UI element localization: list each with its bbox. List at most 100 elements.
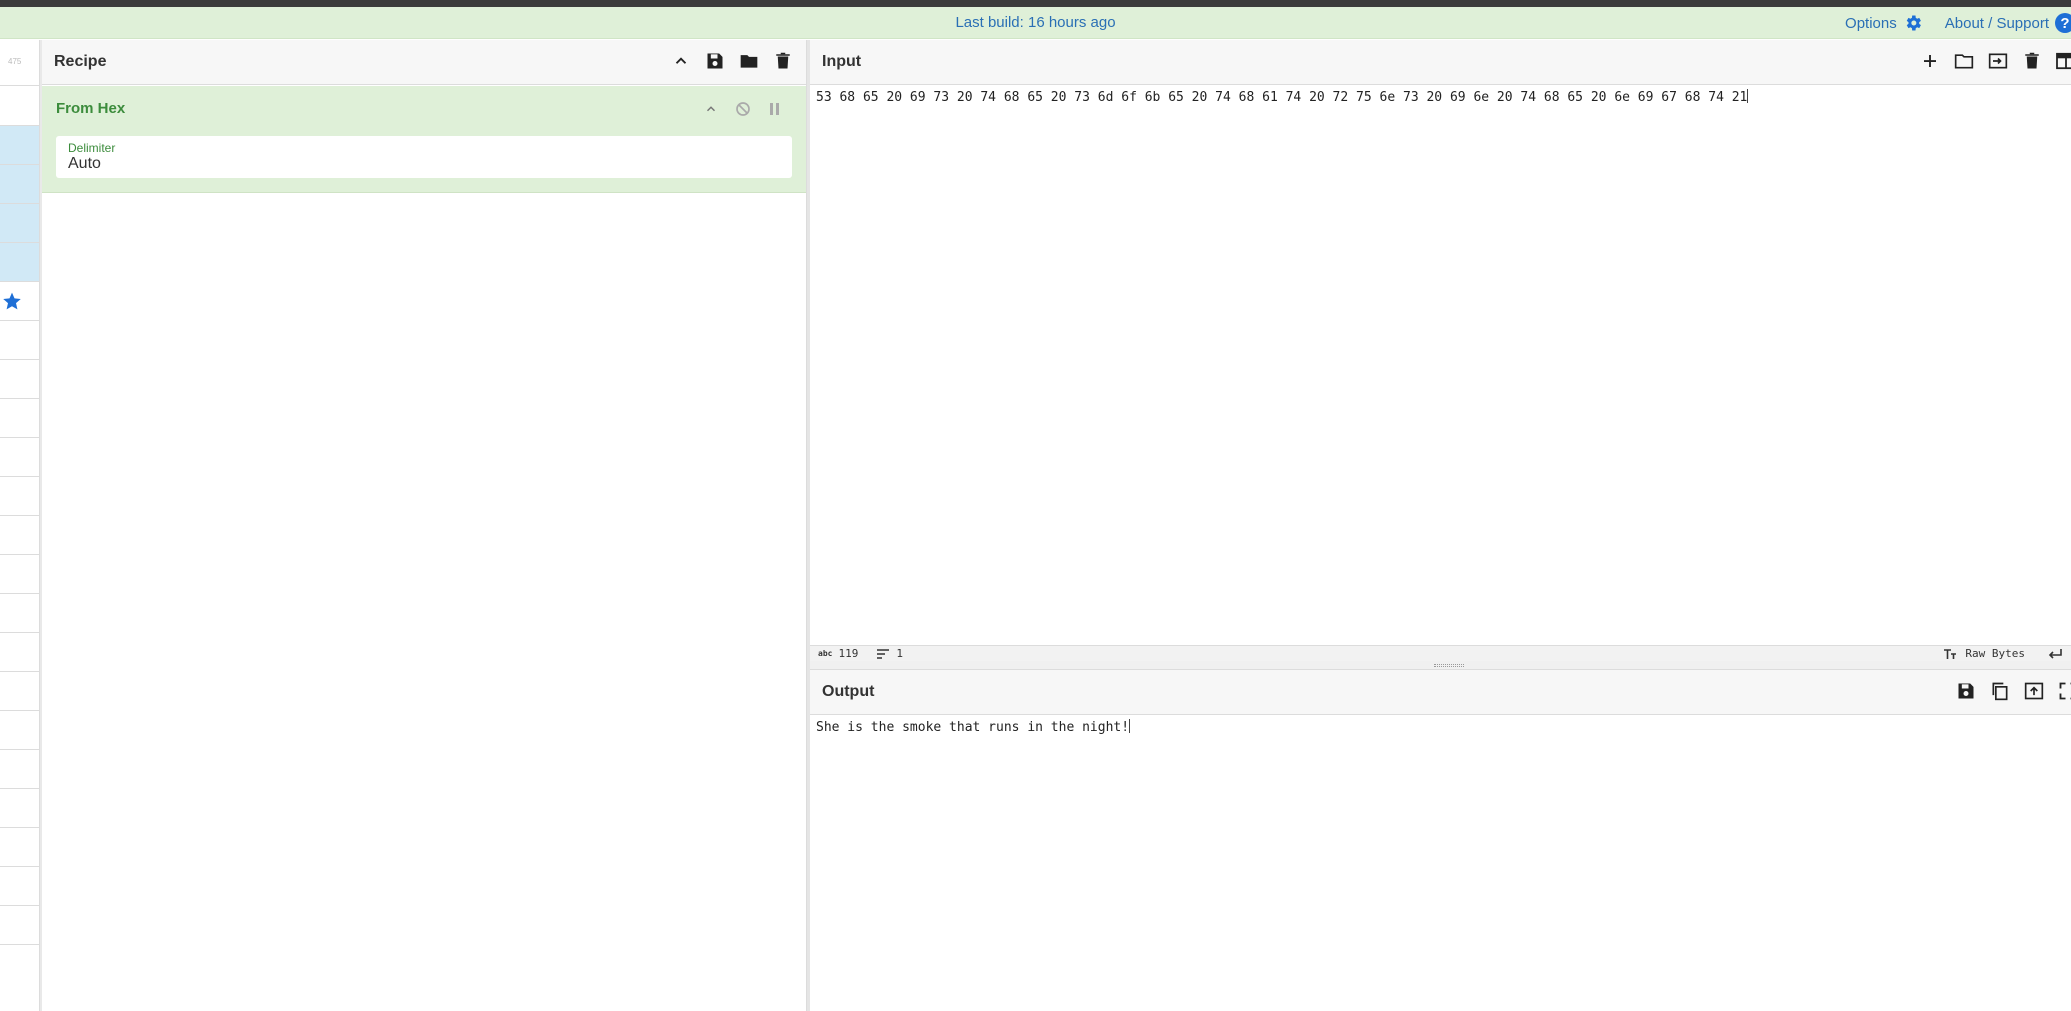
- recipe-operation-from-hex: From Hex Delimiter Auto: [42, 86, 806, 193]
- input-pane: Input 53 68 65 20 69 73 20 74 68 65 20 7…: [810, 40, 2071, 645]
- trash-icon: [776, 52, 790, 69]
- word-wrap-icon[interactable]: [2047, 648, 2063, 660]
- operations-panel: 475: [0, 40, 40, 1011]
- breakpoint-button[interactable]: [764, 98, 786, 120]
- category-item[interactable]: [0, 594, 39, 633]
- copy-icon: [1992, 682, 2008, 701]
- char-count: 119: [838, 647, 859, 660]
- category-item[interactable]: [0, 321, 39, 360]
- category-item[interactable]: [0, 399, 39, 438]
- upload-icon: [2024, 682, 2044, 700]
- input-header: Input: [810, 40, 2071, 85]
- save-icon: [1958, 683, 1974, 699]
- category-item[interactable]: [0, 672, 39, 711]
- open-file-button[interactable]: [1987, 50, 2009, 72]
- folder-open-icon: [1954, 54, 1974, 69]
- banner-links: Options About / Support ?: [1845, 11, 2071, 35]
- category-item[interactable]: [0, 828, 39, 867]
- input-text: 53 68 65 20 69 73 20 74 68 65 20 73 6d 6…: [816, 90, 1748, 105]
- layout-icon: [2056, 52, 2071, 70]
- gear-icon: [1906, 15, 1921, 31]
- output-text: She is the smoke that runs in the night!: [816, 720, 1130, 735]
- favourites-category[interactable]: [0, 282, 39, 321]
- reset-layout-button[interactable]: [2055, 50, 2071, 72]
- load-recipe-button[interactable]: [738, 50, 760, 72]
- category-item[interactable]: [0, 867, 39, 906]
- char-count-icon: abc: [818, 649, 833, 658]
- output-pane: Output She is the smoke that runs in the…: [810, 670, 2071, 1011]
- category-item[interactable]: [0, 906, 39, 945]
- collapse-operation-button[interactable]: [700, 98, 722, 120]
- options-link[interactable]: Options: [1845, 13, 1945, 33]
- disable-icon: [736, 102, 750, 116]
- folder-icon: [740, 55, 758, 68]
- line-count-icon: [877, 648, 890, 659]
- input-toolbar: [1919, 50, 2071, 72]
- operation-controls: [700, 98, 786, 120]
- delimiter-select[interactable]: Delimiter Auto: [56, 136, 792, 178]
- category-item[interactable]: [0, 516, 39, 555]
- category-item[interactable]: [0, 633, 39, 672]
- disable-operation-button[interactable]: [732, 98, 754, 120]
- collapse-all-button[interactable]: [670, 50, 692, 72]
- open-folder-button[interactable]: [1953, 50, 1975, 72]
- category-item[interactable]: [0, 438, 39, 477]
- pause-icon: [770, 103, 779, 115]
- text-caret: [1129, 719, 1131, 733]
- input-stats: abc 119 1: [818, 647, 903, 660]
- output-toolbar: [1955, 680, 2071, 702]
- text-caret: [1747, 89, 1749, 103]
- operation-title: From Hex: [56, 100, 126, 117]
- clear-recipe-button[interactable]: [772, 50, 794, 72]
- chevron-up-icon: [675, 57, 687, 64]
- clear-input-button[interactable]: [2021, 50, 2043, 72]
- recipe-header: Recipe: [42, 40, 806, 85]
- save-output-button[interactable]: [1955, 680, 1977, 702]
- replace-input-button[interactable]: [2023, 680, 2045, 702]
- encoding-selector[interactable]: Raw Bytes: [1965, 647, 2025, 660]
- operations-search-input[interactable]: [0, 86, 39, 126]
- operations-list-item[interactable]: [0, 126, 39, 165]
- last-build-text: Last build: 16 hours ago: [955, 14, 1116, 31]
- input-title: Input: [822, 53, 862, 70]
- save-recipe-button[interactable]: [704, 50, 726, 72]
- category-item[interactable]: [0, 477, 39, 516]
- about-support-link[interactable]: About / Support ?: [1945, 13, 2071, 33]
- trash-icon: [2025, 52, 2039, 69]
- about-support-label: About / Support: [1944, 14, 2049, 32]
- save-icon: [707, 53, 723, 69]
- line-count: 1: [896, 647, 903, 660]
- operations-list-item[interactable]: [0, 165, 39, 204]
- operations-count: 475: [8, 57, 22, 66]
- input-encoding-controls: Raw Bytes: [1943, 647, 2063, 660]
- category-item[interactable]: [0, 360, 39, 399]
- top-banner: Last build: 16 hours ago Options About /…: [0, 7, 2071, 39]
- add-input-tab-button[interactable]: [1919, 50, 1941, 72]
- options-label: Options: [1845, 14, 1897, 32]
- recipe-toolbar: [670, 50, 794, 72]
- recipe-pane: Recipe From Hex Delimiter Auto: [42, 40, 807, 1011]
- delimiter-value: Auto: [68, 155, 101, 172]
- output-title: Output: [822, 683, 875, 700]
- operations-list-item[interactable]: [0, 243, 39, 282]
- delimiter-label: Delimiter: [68, 141, 116, 155]
- maximise-output-button[interactable]: [2057, 680, 2071, 702]
- output-header: Output: [810, 670, 2071, 715]
- input-status-bar: abc 119 1 Raw Bytes: [810, 645, 2071, 661]
- io-splitter[interactable]: [810, 661, 2071, 670]
- text-format-icon: [1944, 648, 1957, 659]
- output-textarea[interactable]: She is the smoke that runs in the night!: [816, 719, 1131, 735]
- category-item[interactable]: [0, 555, 39, 594]
- category-item[interactable]: [0, 711, 39, 750]
- recipe-title: Recipe: [54, 53, 107, 70]
- star-icon: [3, 292, 21, 310]
- window-top-strip: [0, 0, 2071, 7]
- category-item[interactable]: [0, 789, 39, 828]
- plus-icon: [1924, 55, 1936, 67]
- category-item[interactable]: [0, 750, 39, 789]
- input-textarea[interactable]: 53 68 65 20 69 73 20 74 68 65 20 73 6d 6…: [816, 89, 1749, 105]
- operations-header: 475: [0, 40, 39, 86]
- operations-list-item[interactable]: [0, 204, 39, 243]
- copy-output-button[interactable]: [1989, 680, 2011, 702]
- fullscreen-icon: [2059, 682, 2071, 700]
